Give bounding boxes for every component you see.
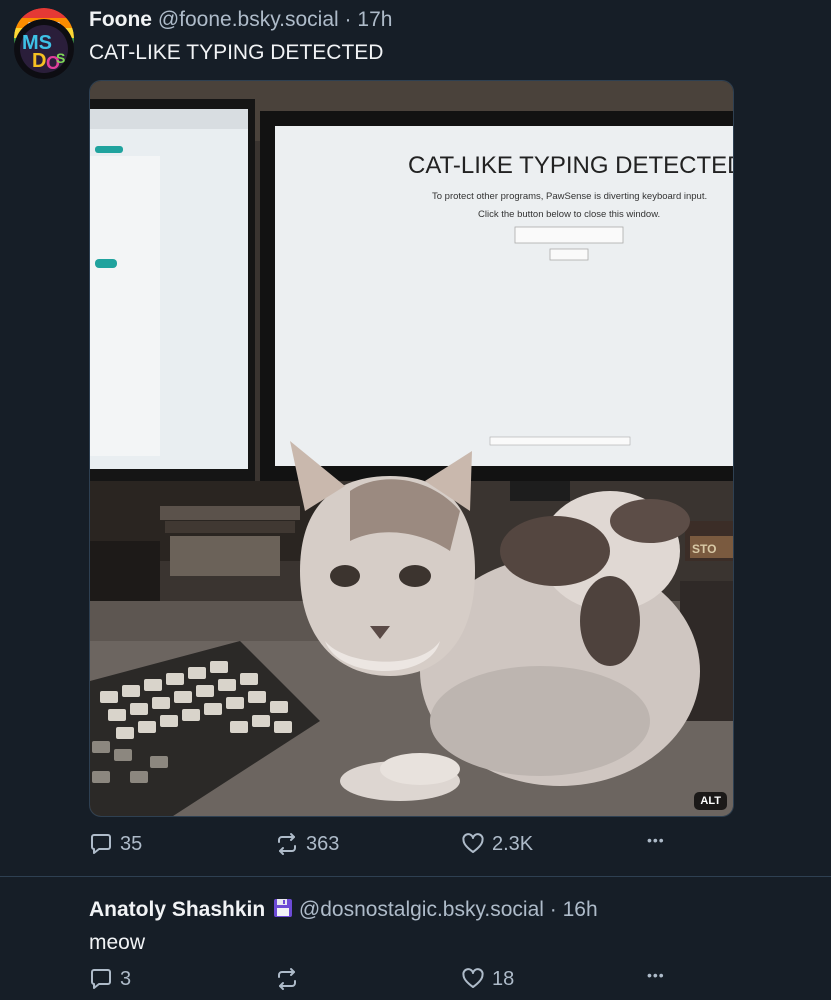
post-time[interactable]: 16h <box>563 898 598 921</box>
box-sign: STO <box>692 542 716 556</box>
more-icon: ••• <box>647 967 665 983</box>
post-action-bar: 35 363 2.3K ••• <box>89 832 689 862</box>
repost-button[interactable] <box>275 967 306 991</box>
svg-text:D: D <box>32 50 46 72</box>
author-name[interactable]: Foone <box>89 8 152 31</box>
post-foone[interactable]: Foone @foone.bsky.social · 17h CAT-LIKE … <box>0 0 831 876</box>
reply-count: 35 <box>120 832 143 855</box>
screen-line2: Click the button below to close this win… <box>478 209 660 220</box>
post-text: CAT-LIKE TYPING DETECTED <box>89 41 384 64</box>
author-handle[interactable]: @dosnostalgic.bsky.social <box>299 898 544 921</box>
alt-text-badge[interactable]: ALT <box>694 792 727 810</box>
like-icon <box>462 968 484 988</box>
repost-icon <box>278 833 296 855</box>
reply-icon <box>91 969 111 989</box>
floppy-disk-icon <box>273 898 293 924</box>
like-icon <box>462 833 484 853</box>
repost-count: 363 <box>306 832 340 855</box>
author-name[interactable]: Anatoly Shashkin <box>89 898 265 921</box>
repost-button[interactable]: 363 <box>275 832 339 856</box>
like-count: 2.3K <box>492 832 534 855</box>
screen-line1: To protect other programs, PawSense is d… <box>432 191 707 202</box>
post-text: meow <box>89 931 146 954</box>
more-icon: ••• <box>647 832 665 848</box>
more-options-button[interactable]: ••• <box>647 967 665 983</box>
separator-dot: · <box>549 898 557 921</box>
screen-title: CAT-LIKE TYPING DETECTED <box>408 152 734 179</box>
svg-text:S: S <box>56 50 65 66</box>
reply-button[interactable]: 35 <box>89 832 142 856</box>
author-handle[interactable]: @foone.bsky.social <box>158 8 339 31</box>
like-count: 18 <box>492 967 515 990</box>
post-action-bar: 3 18 ••• <box>89 967 689 997</box>
post-time[interactable]: 17h <box>357 8 392 31</box>
post-image[interactable]: CAT-LIKE TYPING DETECTED To protect othe… <box>89 80 734 817</box>
post-header: Foone @foone.bsky.social · 17h <box>89 8 392 32</box>
like-button[interactable]: 2.3K <box>461 832 533 856</box>
reply-count: 3 <box>120 967 132 990</box>
more-options-button[interactable]: ••• <box>647 832 665 848</box>
reply-button[interactable]: 3 <box>89 967 131 991</box>
separator-dot: · <box>344 8 352 31</box>
post-anatoly[interactable]: MS D O S Anatoly Shashkin @dosnostalgic.… <box>0 19 831 1000</box>
avatar-anatoly[interactable]: MS D O S <box>14 19 74 79</box>
post-header: Anatoly Shashkin @dosnostalgic.bsky.soci… <box>89 898 598 924</box>
repost-icon <box>278 968 296 990</box>
like-button[interactable]: 18 <box>461 967 514 991</box>
reply-icon <box>91 834 111 854</box>
